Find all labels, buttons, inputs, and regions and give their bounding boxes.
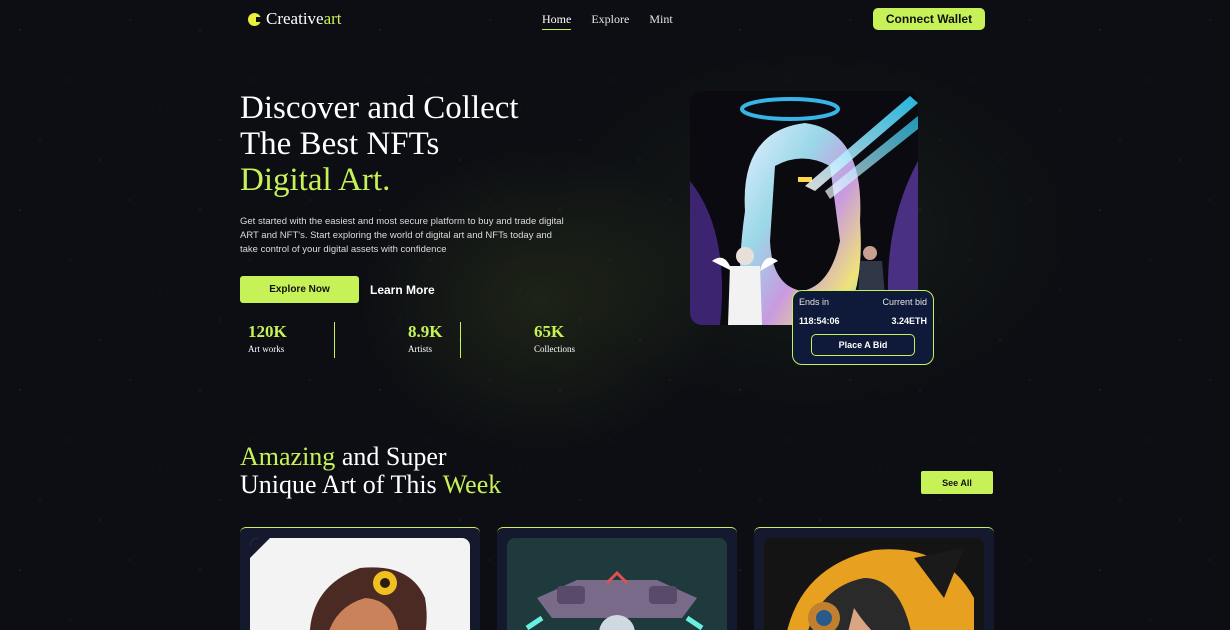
ends-in-label: Ends in — [799, 297, 830, 307]
current-bid-label: Current bid — [882, 297, 927, 307]
bid-values: 118:54:06 3.24ETH — [799, 316, 927, 326]
hero-title-line2: The Best NFTs — [240, 126, 440, 162]
bid-card: Ends in Current bid 118:54:06 3.24ETH Pl… — [792, 290, 934, 365]
art-card[interactable] — [754, 527, 994, 630]
see-all-button[interactable]: See All — [921, 471, 993, 494]
learn-more-link[interactable]: Learn More — [370, 283, 435, 297]
stat-label: Art works — [248, 344, 285, 354]
bid-price: 3.24ETH — [891, 316, 927, 326]
bid-labels: Ends in Current bid — [799, 297, 927, 307]
nav-mint[interactable]: Mint — [649, 12, 672, 30]
brand-name: Creative — [266, 9, 324, 28]
nav-explore[interactable]: Explore — [591, 12, 629, 30]
art-card-image — [507, 538, 727, 630]
section-title: Amazing and Super Unique Art of This Wee… — [240, 443, 501, 499]
brand-name-accent: art — [323, 9, 342, 28]
art-card-graphic — [250, 538, 427, 630]
nav-home[interactable]: Home — [542, 12, 572, 30]
art-card-image — [764, 538, 984, 630]
art-card[interactable] — [497, 527, 737, 630]
stat-value: 8.9K — [408, 322, 443, 341]
stat-value: 65K — [534, 322, 565, 341]
art-card[interactable] — [240, 527, 480, 630]
hero-title-line1: Discover and Collect — [240, 90, 519, 126]
section-title-accent: Week — [442, 470, 502, 499]
section-title-part: and Super — [335, 442, 447, 471]
hero-description: Get started with the easiest and most se… — [240, 216, 564, 255]
stat-artists: 8.9K Artists — [334, 322, 492, 358]
art-card-list — [240, 527, 994, 630]
stat-artworks: 120K Art works — [240, 322, 366, 354]
logo-icon — [248, 12, 262, 26]
hero-title: Discover and Collect The Best NFTs Digit… — [240, 90, 519, 198]
hero-title-line3: Digital Art. — [240, 162, 391, 198]
section-title-part: Unique Art of This — [240, 470, 443, 499]
stats-row: 120K Art works 8.9K Artists 65K Collecti… — [240, 322, 618, 358]
nav-links: Home Explore Mint — [542, 12, 673, 30]
bid-time: 118:54:06 — [799, 316, 840, 326]
place-bid-button[interactable]: Place A Bid — [811, 334, 915, 356]
connect-wallet-button[interactable]: Connect Wallet — [873, 8, 985, 30]
section-title-accent: Amazing — [240, 442, 336, 471]
stat-label: Artists — [408, 344, 433, 354]
art-card-graphic — [787, 548, 974, 630]
stat-label: Collections — [534, 344, 575, 354]
explore-now-button[interactable]: Explore Now — [240, 276, 359, 303]
stat-value: 120K — [248, 322, 287, 341]
art-card-graphic — [525, 570, 704, 630]
top-nav: Creative art Home Explore Mint Connect Wa… — [0, 0, 1230, 38]
stat-collections: 65K Collections — [460, 322, 618, 358]
brand-logo[interactable]: Creative art — [248, 9, 342, 29]
art-card-image — [250, 538, 470, 630]
